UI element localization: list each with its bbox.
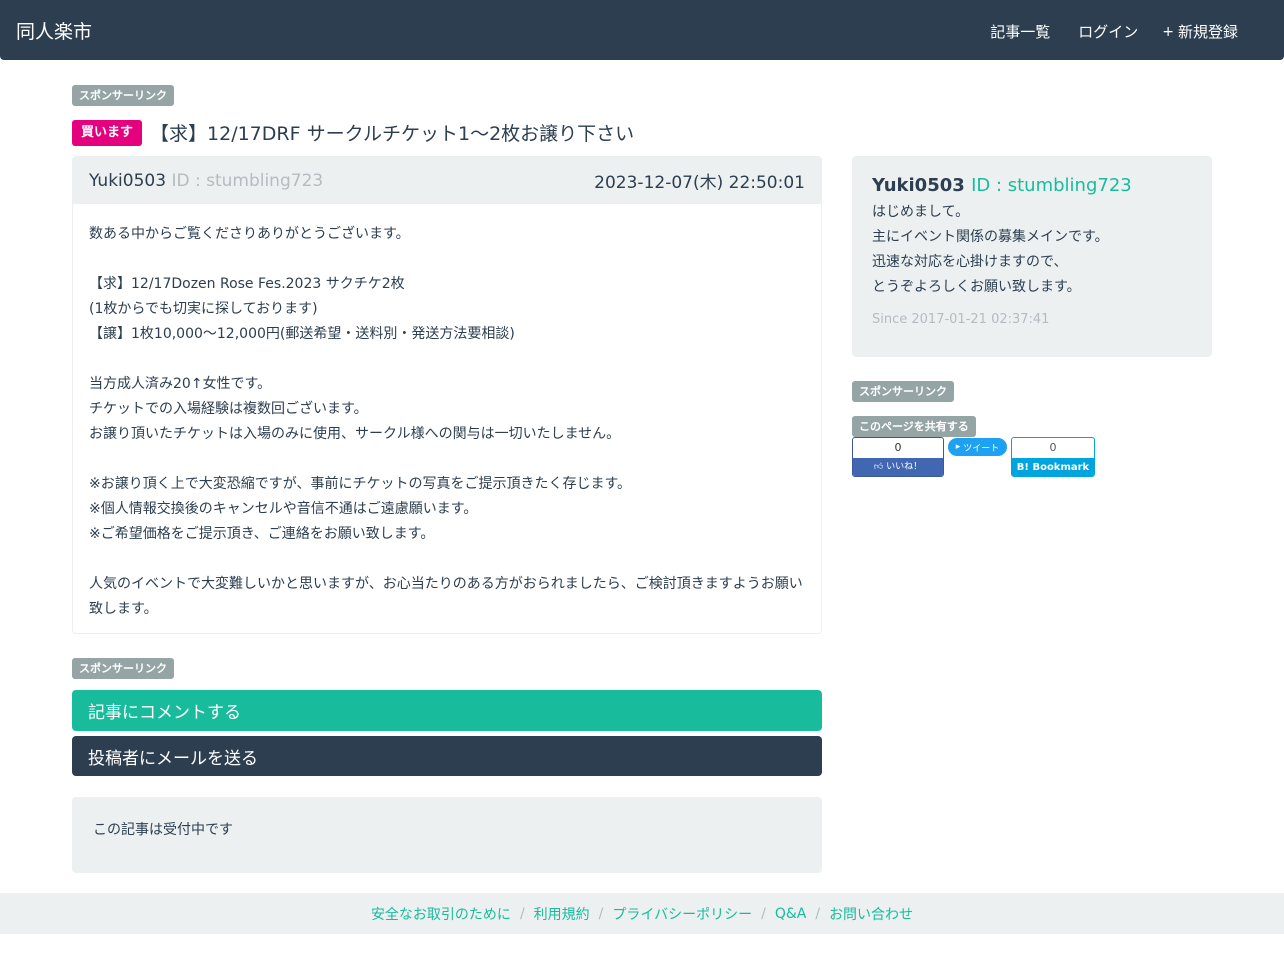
facebook-like-count: 0 <box>894 441 902 454</box>
post-body: 数ある中からご覧くださりありがとうございます。 【求】12/17Dozen Ro… <box>73 204 821 622</box>
sponsor-label: スポンサーリンク <box>72 85 174 106</box>
sponsor-label: スポンサーリンク <box>852 381 954 402</box>
footer-separator: / <box>815 905 821 922</box>
send-mail-button[interactable]: 投稿者にメールを送る <box>72 736 822 776</box>
nav-register-label: 新規登録 <box>1177 23 1238 41</box>
profile-name-row: Yuki0503 ID : stumbling723 <box>872 172 1192 200</box>
post-line: 【譲】1枚10,000〜12,000円(郵送希望・送料別・発送方法要相談) <box>89 326 515 342</box>
profile-bio-line: はじめまして。 <box>872 204 970 220</box>
hatena-bookmark-button[interactable]: 0 B! Bookmark <box>1011 437 1095 477</box>
post-status: この記事は受付中です <box>72 797 822 873</box>
post-line: 人気のイベントで大変難しいかと思いますが、お心当たりのある方がおられましたら、ご… <box>89 576 803 617</box>
nav-article-list-label: 記事一覧 <box>990 23 1051 41</box>
post-author: Yuki0503 ID : stumbling723 <box>89 171 323 191</box>
post-line <box>89 247 805 272</box>
footer: 安全なお取引のために / 利用規約 / プライバシーポリシー / Q&A / お… <box>0 893 1284 934</box>
post-line: ※ご希望価格をご提示頂き、ご連絡をお願い致します。 <box>89 526 435 542</box>
profile-bio-line: 迅速な対応を心掛けますので、 <box>872 254 1068 270</box>
profile-bio-line: とうぞよろしくお願い致します。 <box>872 279 1081 295</box>
footer-link-terms[interactable]: 利用規約 <box>534 904 590 924</box>
thumbs-up-icon: 👍︎ <box>873 462 884 472</box>
share-label: このページを共有する <box>852 416 976 437</box>
profile-id: ID : stumbling723 <box>971 175 1132 196</box>
profile-since-value: Since 2017-01-21 02:37:41 <box>872 312 1050 327</box>
post-panel: Yuki0503 ID : stumbling723 2023-12-07(木)… <box>72 156 822 634</box>
post-header: Yuki0503 ID : stumbling723 2023-12-07(木)… <box>73 157 821 204</box>
post-line: ※個人情報交換後のキャンセルや音信不通はご遠慮願います。 <box>89 501 478 517</box>
nav-links: 記事一覧 ログイン + 新規登録 <box>986 21 1238 42</box>
nav-register[interactable]: + 新規登録 <box>1162 21 1238 42</box>
profile-bio: はじめまして。 主にイベント関係の募集メインです。 迅速な対応を心掛けますので、… <box>872 200 1192 300</box>
facebook-like-label: 👍︎ いいね！ <box>853 458 943 476</box>
post-line <box>89 547 805 572</box>
post-author-name[interactable]: Yuki0503 <box>89 171 166 191</box>
post-title-row: 買います 【求】12/17DRF サークルチケット1〜2枚お譲り下さい <box>72 119 634 146</box>
footer-link-qa[interactable]: Q&A <box>775 906 807 922</box>
post-type-badge: 買います <box>72 119 143 146</box>
footer-separator: / <box>598 905 604 922</box>
post-line: 数ある中からご覧くださりありがとうございます。 <box>89 226 410 242</box>
footer-link-privacy[interactable]: プライバシーポリシー <box>612 904 752 924</box>
footer-link-contact[interactable]: お問い合わせ <box>829 904 913 924</box>
footer-link-safety[interactable]: 安全なお取引のために <box>371 904 511 924</box>
nav-login[interactable]: ログイン <box>1074 21 1138 42</box>
facebook-like-button[interactable]: 0 👍︎ いいね！ <box>852 437 944 477</box>
post-title: 【求】12/17DRF サークルチケット1〜2枚お譲り下さい <box>150 123 635 145</box>
footer-separator: / <box>761 905 766 922</box>
post-date: 2023-12-07(木) 22:50:01 <box>594 168 805 193</box>
twitter-tweet-button[interactable]: ▸ ツイート <box>948 438 1007 456</box>
hatena-bookmark-count: 0 <box>1049 441 1057 454</box>
post-line: チケットでの入場経験は複数回ございます。 <box>89 401 368 417</box>
post-line: お譲り頂いたチケットは入場のみに使用、サークル様への関与は一切いたしません。 <box>89 426 621 442</box>
post-line: ※お譲り頂く上で大変恐縮ですが、事前にチケットの写真をご提示頂きたく存じます。 <box>89 476 632 492</box>
comment-button[interactable]: 記事にコメントする <box>72 690 822 731</box>
author-profile: Yuki0503 ID : stumbling723 はじめまして。 主にイベン… <box>852 156 1212 357</box>
nav-article-list[interactable]: 記事一覧 <box>986 21 1050 42</box>
footer-separator: / <box>519 905 525 922</box>
hatena-bookmark-label: B! Bookmark <box>1012 458 1094 476</box>
post-line <box>89 447 805 472</box>
nav-login-label: ログイン <box>1078 23 1139 41</box>
plus-icon: + <box>1162 23 1174 40</box>
post-line <box>89 347 805 372</box>
profile-name[interactable]: Yuki0503 <box>872 175 965 196</box>
profile-bio-line: 主にイベント関係の募集メインです。 <box>872 229 1109 245</box>
sponsor-label: スポンサーリンク <box>72 658 174 679</box>
post-date-value: 2023-12-07(木) 22:50:01 <box>594 173 805 193</box>
navbar: 同人楽市 記事一覧 ログイン + 新規登録 <box>0 0 1284 60</box>
site-brand[interactable]: 同人楽市 <box>16 17 92 44</box>
profile-since: Since 2017-01-21 02:37:41 <box>872 312 1192 327</box>
post-line: (1枚からでも切実に探しております) <box>89 301 318 317</box>
post-line: 【求】12/17Dozen Rose Fes.2023 サクチケ2枚 <box>89 276 405 292</box>
post-author-id: ID : stumbling723 <box>171 170 324 191</box>
post-line: 当方成人済み20↑女性です。 <box>89 376 272 392</box>
twitter-bird-icon: ▸ <box>955 442 961 452</box>
